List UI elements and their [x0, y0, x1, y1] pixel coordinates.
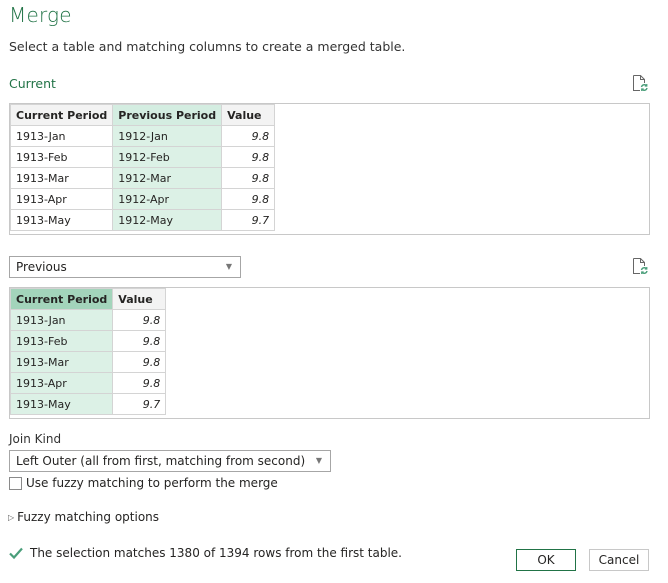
- table-row: 1913-Apr 9.8: [9, 372, 167, 394]
- dialog-subtitle: Select a table and matching columns to c…: [9, 39, 406, 54]
- second-table-preview: Current Period Value 1913-Jan 9.8 1913-F…: [9, 287, 650, 419]
- checkmark-icon: [8, 545, 24, 561]
- cell: 1912-Mar: [112, 167, 223, 189]
- cell: 9.8: [112, 372, 167, 394]
- cell: 1912-Jan: [112, 125, 223, 147]
- join-kind-value: Left Outer (all from first, matching fro…: [16, 454, 306, 468]
- cell: 9.7: [221, 209, 276, 231]
- table-row: 1913-Feb 1912-Feb 9.8: [9, 146, 276, 168]
- cell: 9.8: [112, 330, 167, 352]
- table-row: 1913-Jan 9.8: [9, 309, 167, 331]
- expand-triangle-icon: ▷: [8, 513, 15, 522]
- first-table-grid: Current Period Previous Period Value 191…: [9, 104, 276, 231]
- fuzzy-options-expander[interactable]: ▷ Fuzzy matching options: [8, 510, 159, 524]
- cell: 1913-Feb: [9, 330, 114, 352]
- ok-button[interactable]: OK: [516, 549, 576, 571]
- second-table-dropdown[interactable]: Previous ▼: [9, 256, 241, 278]
- cell: 1913-Jan: [9, 309, 114, 331]
- second-table-refresh-button[interactable]: [632, 257, 648, 275]
- cell: 9.8: [221, 125, 276, 147]
- table-row: 1913-Feb 9.8: [9, 330, 167, 352]
- cell: 1913-Feb: [9, 146, 114, 168]
- cell: 9.7: [112, 393, 167, 415]
- fuzzy-options-label: Fuzzy matching options: [17, 510, 160, 524]
- column-header-value[interactable]: Value: [221, 104, 276, 126]
- document-refresh-icon: [633, 258, 648, 275]
- cell: 9.8: [221, 167, 276, 189]
- cell: 1912-Apr: [112, 188, 223, 210]
- cell: 9.8: [221, 188, 276, 210]
- table-row: 1913-Mar 9.8: [9, 351, 167, 373]
- chevron-down-icon: ▼: [225, 262, 232, 271]
- fuzzy-matching-checkbox[interactable]: [9, 477, 22, 490]
- first-table-name: Current: [9, 76, 56, 91]
- document-refresh-icon: [633, 75, 648, 92]
- column-header-previous-period[interactable]: Previous Period: [112, 104, 223, 126]
- cell: 1913-Mar: [9, 351, 114, 373]
- cell: 9.8: [112, 309, 167, 331]
- table-row: 1913-May 9.7: [9, 393, 167, 415]
- join-kind-label: Join Kind: [9, 432, 62, 446]
- cell: 9.8: [221, 146, 276, 168]
- match-status-text: The selection matches 1380 of 1394 rows …: [30, 546, 402, 560]
- join-kind-dropdown[interactable]: Left Outer (all from first, matching fro…: [9, 450, 331, 472]
- dialog-title: Merge: [9, 3, 72, 27]
- cancel-button[interactable]: Cancel: [589, 549, 649, 571]
- second-table-dropdown-value: Previous: [16, 260, 67, 274]
- cell: 1912-May: [112, 209, 223, 231]
- cell: 1913-Apr: [9, 188, 114, 210]
- cell: 1913-May: [9, 209, 114, 231]
- table-row: 1913-Apr 1912-Apr 9.8: [9, 188, 276, 210]
- chevron-down-icon: ▼: [315, 456, 322, 465]
- first-table-refresh-button[interactable]: [632, 74, 648, 92]
- column-header-value[interactable]: Value: [112, 288, 167, 310]
- column-header-current-period[interactable]: Current Period: [9, 288, 114, 310]
- first-table-preview: Current Period Previous Period Value 191…: [9, 103, 650, 235]
- column-header-current-period[interactable]: Current Period: [9, 104, 114, 126]
- cell: 1913-May: [9, 393, 114, 415]
- table-row: 1913-May 1912-May 9.7: [9, 209, 276, 231]
- cell: 1913-Jan: [9, 125, 114, 147]
- cell: 1912-Feb: [112, 146, 223, 168]
- second-table-grid: Current Period Value 1913-Jan 9.8 1913-F…: [9, 288, 167, 415]
- cell: 9.8: [112, 351, 167, 373]
- fuzzy-matching-checkbox-label[interactable]: Use fuzzy matching to perform the merge: [26, 476, 278, 490]
- table-row: 1913-Jan 1912-Jan 9.8: [9, 125, 276, 147]
- cell: 1913-Mar: [9, 167, 114, 189]
- table-row: 1913-Mar 1912-Mar 9.8: [9, 167, 276, 189]
- cell: 1913-Apr: [9, 372, 114, 394]
